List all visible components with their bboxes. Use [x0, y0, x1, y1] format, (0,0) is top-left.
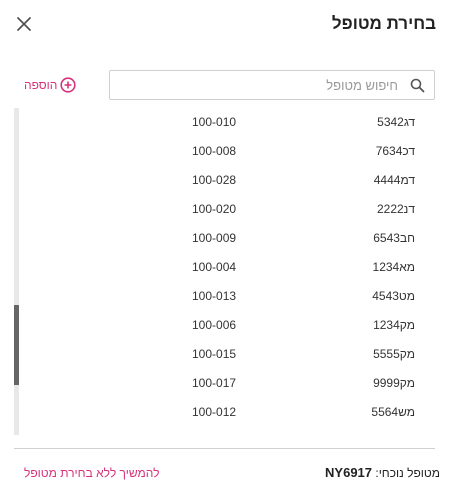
close-button[interactable]: [14, 14, 34, 34]
footer-divider: [14, 448, 435, 449]
list-item[interactable]: דנ2222 100-020: [24, 195, 435, 224]
patient-code: 100-008: [192, 144, 237, 158]
patient-name: מק5555: [373, 347, 415, 361]
close-icon: [17, 17, 31, 31]
patient-name: מא1234: [372, 260, 415, 274]
patient-code: 100-017: [192, 376, 237, 390]
scrollbar-thumb[interactable]: [14, 305, 19, 385]
patient-code: 100-020: [192, 202, 237, 216]
scrollbar-track[interactable]: [14, 108, 19, 435]
add-patient-button[interactable]: הוספה: [24, 77, 77, 93]
patient-name: מק1234: [373, 318, 415, 332]
search-box[interactable]: [109, 70, 435, 100]
list-item[interactable]: דכ7634 100-008: [24, 137, 435, 166]
patient-name: מק9999: [373, 376, 415, 390]
dialog-header: בחירת מטופל: [0, 0, 454, 52]
patient-name: דג5342: [377, 115, 415, 129]
list-item[interactable]: דג5342 100-010: [24, 108, 435, 137]
patient-name: מט4543: [372, 289, 415, 303]
patient-code: 100-013: [192, 289, 237, 303]
patient-code: 100-004: [192, 260, 237, 274]
list-item[interactable]: חב6543 100-009: [24, 224, 435, 253]
add-circle-icon: [60, 77, 77, 93]
list-item[interactable]: מק5555 100-015: [24, 340, 435, 369]
list-item[interactable]: מק9999 100-017: [24, 369, 435, 398]
patient-code: 100-028: [192, 173, 237, 187]
current-patient-code: NY6917: [325, 465, 373, 480]
list-item[interactable]: מט4543 100-013: [24, 282, 435, 311]
current-patient: מטופל נוכחי: NY6917: [325, 465, 440, 480]
patient-code: 100-010: [192, 115, 237, 129]
list-item[interactable]: מש5564 100-012: [24, 398, 435, 427]
patient-code: 100-015: [192, 347, 237, 361]
add-patient-label: הוספה: [24, 78, 58, 92]
patient-name: דכ7634: [375, 144, 415, 158]
current-patient-label: מטופל נוכחי:: [375, 466, 440, 480]
list-item[interactable]: דמ4444 100-028: [24, 166, 435, 195]
continue-without-patient-link[interactable]: להמשיך ללא בחירת מטופל: [24, 466, 159, 480]
patient-code: 100-009: [192, 231, 237, 245]
patient-list: דג5342 100-010 דכ7634 100-008 דמ4444 100…: [14, 108, 435, 435]
patient-code: 100-006: [192, 318, 237, 332]
search-icon: [410, 78, 425, 93]
patient-name: מש5564: [371, 405, 415, 419]
patient-code: 100-012: [192, 405, 237, 419]
patient-name: דמ4444: [373, 173, 415, 187]
patient-name: חב6543: [373, 231, 415, 245]
patient-name: דנ2222: [376, 202, 415, 216]
search-input[interactable]: [118, 71, 398, 99]
patient-rows: דג5342 100-010 דכ7634 100-008 דמ4444 100…: [24, 108, 435, 427]
page-title: בחירת מטופל: [331, 14, 436, 33]
list-item[interactable]: מא1234 100-004: [24, 253, 435, 282]
list-item[interactable]: מק1234 100-006: [24, 311, 435, 340]
